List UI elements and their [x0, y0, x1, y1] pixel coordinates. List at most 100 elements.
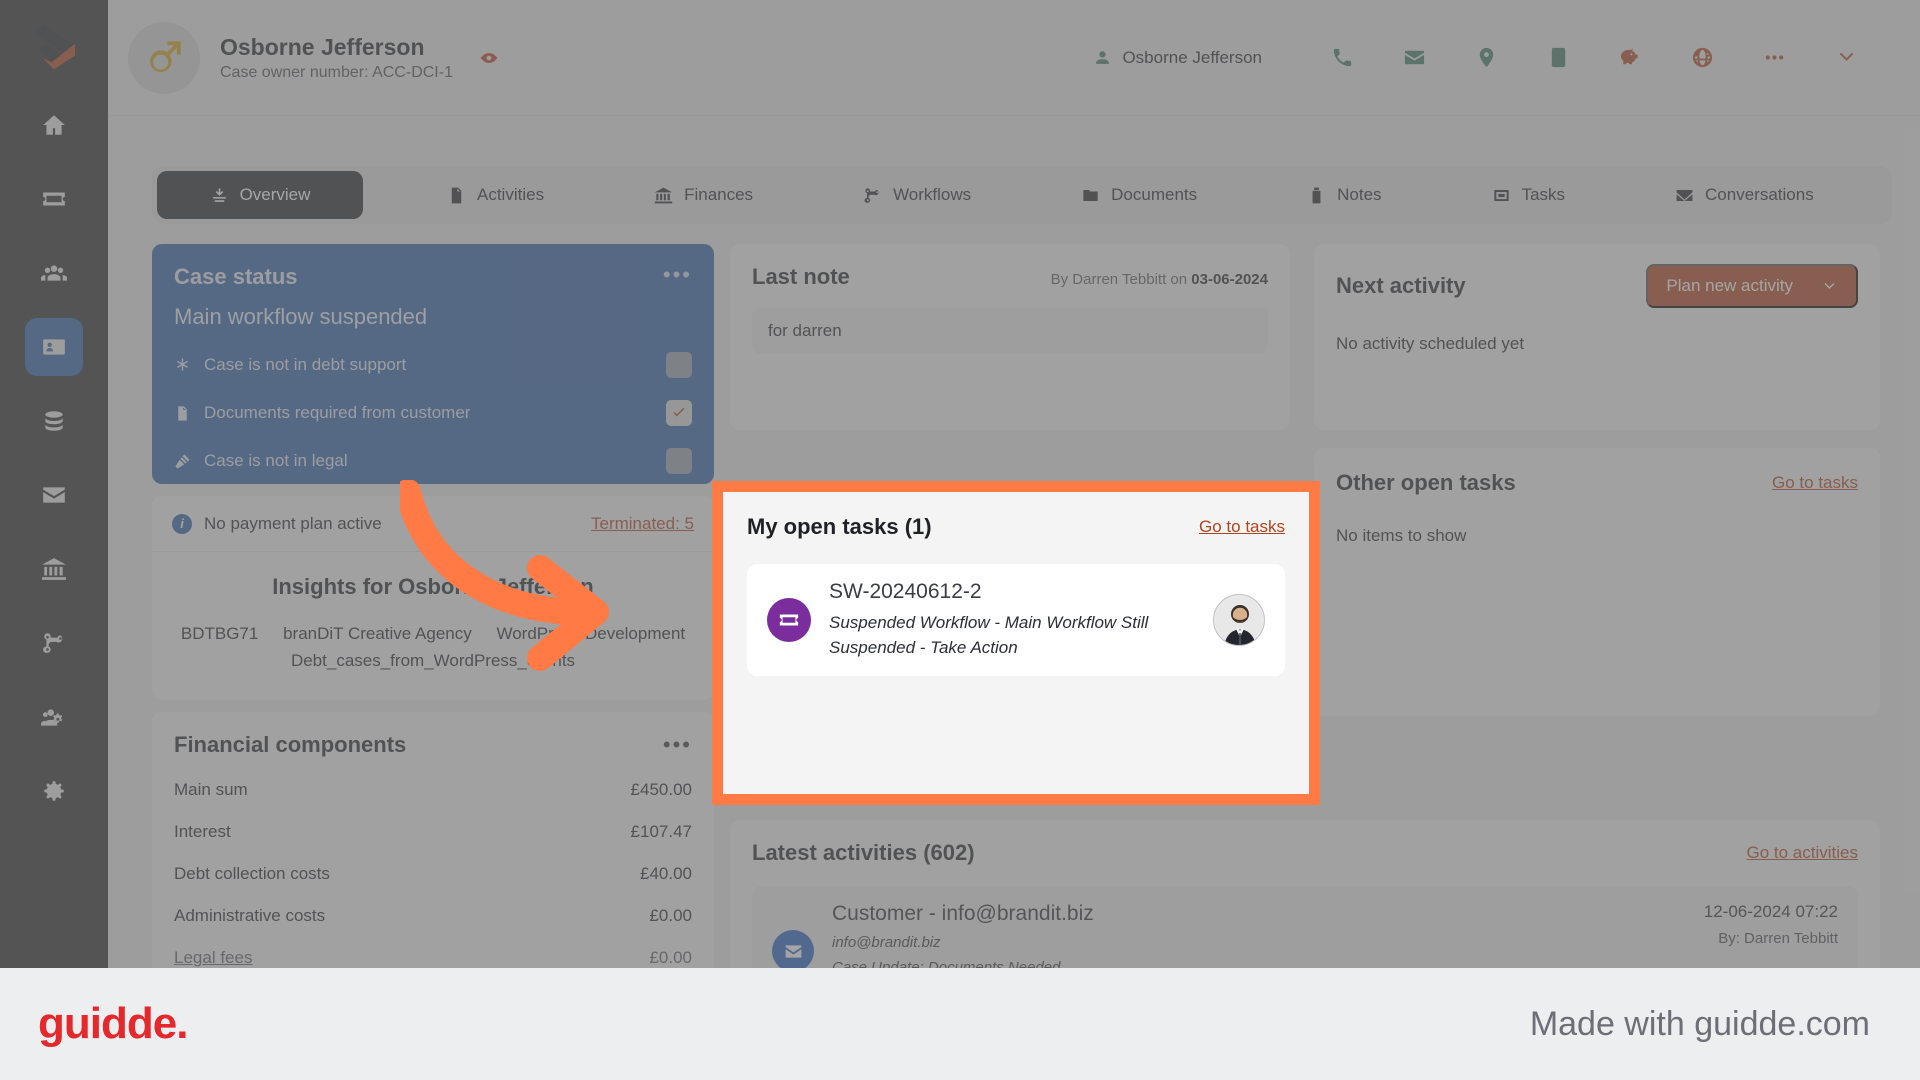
go-to-activities-link[interactable]: Go to activities: [1747, 843, 1859, 863]
tab-activities-label: Activities: [477, 185, 545, 204]
conversations-icon: [1676, 189, 1693, 201]
header-identity: Osborne Jefferson Case owner number: ACC…: [220, 33, 453, 83]
financial-row-label: Administrative costs: [174, 906, 326, 926]
case-status-row-label: Case is not in legal: [204, 451, 348, 470]
activity-subject: Case Update: Documents Needed: [832, 959, 1061, 968]
sidebar-item-team-settings[interactable]: [25, 688, 83, 746]
insights-title: Insights for Osborne Jefferson: [272, 574, 594, 599]
page-title: Osborne Jefferson: [220, 33, 425, 60]
left-column: Case status ••• Main workflow suspended …: [152, 244, 714, 968]
case-status-checkbox[interactable]: [666, 400, 692, 426]
financial-row-label: Interest: [174, 822, 231, 842]
sidebar-item-bank[interactable]: [25, 540, 83, 598]
go-to-tasks-link[interactable]: Go to tasks: [1199, 517, 1285, 537]
mobile-icon[interactable]: [1522, 46, 1594, 69]
envelope-icon[interactable]: [1378, 46, 1450, 69]
task-assignee-avatar: [1213, 594, 1265, 647]
sidebar-item-cases[interactable]: [25, 318, 83, 376]
piggy-bank-icon[interactable]: [1594, 46, 1666, 69]
document-icon: [174, 405, 204, 422]
last-note-date: 03-06-2024: [1191, 271, 1268, 288]
sidebar-item-home[interactable]: [25, 96, 83, 154]
tab-finances[interactable]: Finances: [628, 171, 779, 219]
location-pin-icon[interactable]: [1450, 46, 1522, 69]
tab-documents[interactable]: Documents: [1055, 171, 1223, 219]
case-status-menu-icon[interactable]: •••: [663, 264, 692, 286]
globe-icon[interactable]: [1666, 46, 1738, 69]
task-texts: SW-20240612-2 Suspended Workflow - Main …: [829, 580, 1213, 660]
sidebar-item-database[interactable]: [25, 392, 83, 450]
my-open-tasks-header: My open tasks (1) Go to tasks: [747, 514, 1285, 540]
sidebar-item-mail[interactable]: [25, 466, 83, 524]
task-row[interactable]: SW-20240612-2 Suspended Workflow - Main …: [747, 564, 1285, 677]
screenshot-root: Osborne Jefferson Case owner number: ACC…: [0, 0, 1920, 1080]
page-header: Osborne Jefferson Case owner number: ACC…: [108, 0, 1920, 116]
financial-menu-icon[interactable]: •••: [663, 734, 692, 756]
financial-row: Interest £107.47: [174, 822, 692, 842]
tab-tasks[interactable]: Tasks: [1466, 171, 1591, 219]
tab-conversations-label: Conversations: [1705, 185, 1814, 204]
tab-workflows-label: Workflows: [893, 185, 972, 204]
last-note-author: By Darren Tebbitt on: [1050, 271, 1192, 288]
chevron-down-icon[interactable]: [1810, 46, 1882, 69]
financial-row-value: £0.00: [649, 906, 692, 926]
tab-notes[interactable]: Notes: [1281, 171, 1407, 219]
latest-activities-header: Latest activities (602) Go to activities: [752, 840, 1858, 866]
financial-header: Financial components •••: [174, 732, 692, 758]
tab-workflows[interactable]: Workflows: [837, 171, 997, 219]
next-activity-empty: No activity scheduled yet: [1336, 334, 1525, 353]
workflow-icon: [864, 187, 879, 203]
insights-tag: BDTBG71: [180, 624, 259, 643]
plan-new-activity-button[interactable]: Plan new activity: [1646, 264, 1858, 308]
case-status-checkbox[interactable]: [666, 448, 692, 474]
next-activity-header: Next activity Plan new activity: [1336, 264, 1858, 308]
made-with-guidde-label: Made with guidde.com: [1529, 1004, 1870, 1043]
sidebar-item-workflows[interactable]: [25, 614, 83, 672]
male-gender-icon: [149, 40, 181, 72]
tab-bar[interactable]: Overview Activities Finances Workflows D…: [152, 166, 1892, 224]
other-open-tasks-empty: No items to show: [1336, 526, 1467, 545]
middle-column: Last note By Darren Tebbitt on 03-06-202…: [730, 244, 1290, 430]
note-icon: [1312, 187, 1321, 203]
tasks-icon: [1493, 189, 1509, 201]
app-logo-icon[interactable]: [26, 18, 82, 74]
tab-documents-label: Documents: [1111, 185, 1198, 204]
financial-title: Financial components: [174, 732, 407, 758]
header-actions: Osborne Jefferson: [1093, 46, 1882, 69]
guidde-footer: guidde. Made with guidde.com: [0, 968, 1920, 1080]
activity-title: Customer - info@brandit.biz: [832, 902, 1094, 925]
sidebar-item-people[interactable]: [25, 244, 83, 302]
tab-overview[interactable]: Overview: [157, 171, 363, 219]
activity-row[interactable]: Customer - info@brandit.biz info@brandit…: [752, 886, 1858, 968]
financial-row-value: £107.47: [630, 822, 692, 842]
case-status-row: Case is not in debt support: [174, 352, 692, 378]
terminated-link[interactable]: Terminated: 5: [591, 514, 694, 534]
left-nav-rail[interactable]: [0, 0, 108, 968]
latest-activities-card: Latest activities (602) Go to activities…: [730, 820, 1880, 968]
person-icon: [1096, 51, 1110, 64]
activity-meta: 12-06-2024 07:22 By: Darren Tebbitt: [1704, 902, 1838, 947]
activity-email: info@brandit.biz: [832, 934, 941, 951]
guidde-logo: guidde.: [38, 999, 188, 1048]
phone-icon[interactable]: [1306, 46, 1378, 69]
overview-icon: [212, 187, 226, 202]
financial-row-value: £0.00: [649, 948, 692, 968]
insights-panel: Insights for Osborne Jefferson BDTBG71 b…: [152, 552, 714, 701]
last-note-body: for darren: [752, 308, 1268, 354]
financial-row[interactable]: Legal fees £0.00: [174, 948, 692, 968]
case-status-checkbox[interactable]: [666, 352, 692, 378]
ellipsis-icon[interactable]: [1738, 46, 1810, 69]
chevron-down-icon: [1824, 282, 1835, 289]
other-open-tasks-card: Other open tasks Go to tasks No items to…: [1314, 448, 1880, 716]
eye-icon[interactable]: [479, 48, 499, 68]
tab-conversations[interactable]: Conversations: [1649, 171, 1840, 219]
tab-overview-label: Overview: [239, 185, 311, 204]
sidebar-item-settings[interactable]: [25, 762, 83, 820]
other-open-tasks-link[interactable]: Go to tasks: [1772, 473, 1858, 493]
case-owner-chip[interactable]: Osborne Jefferson: [1093, 48, 1262, 68]
activity-date: 12-06-2024 07:22: [1703, 902, 1838, 921]
next-activity-card: Next activity Plan new activity No activ…: [1314, 244, 1880, 430]
case-status-row: Documents required from customer: [174, 400, 692, 426]
sidebar-item-tickets[interactable]: [25, 170, 83, 228]
tab-activities[interactable]: Activities: [421, 171, 570, 219]
